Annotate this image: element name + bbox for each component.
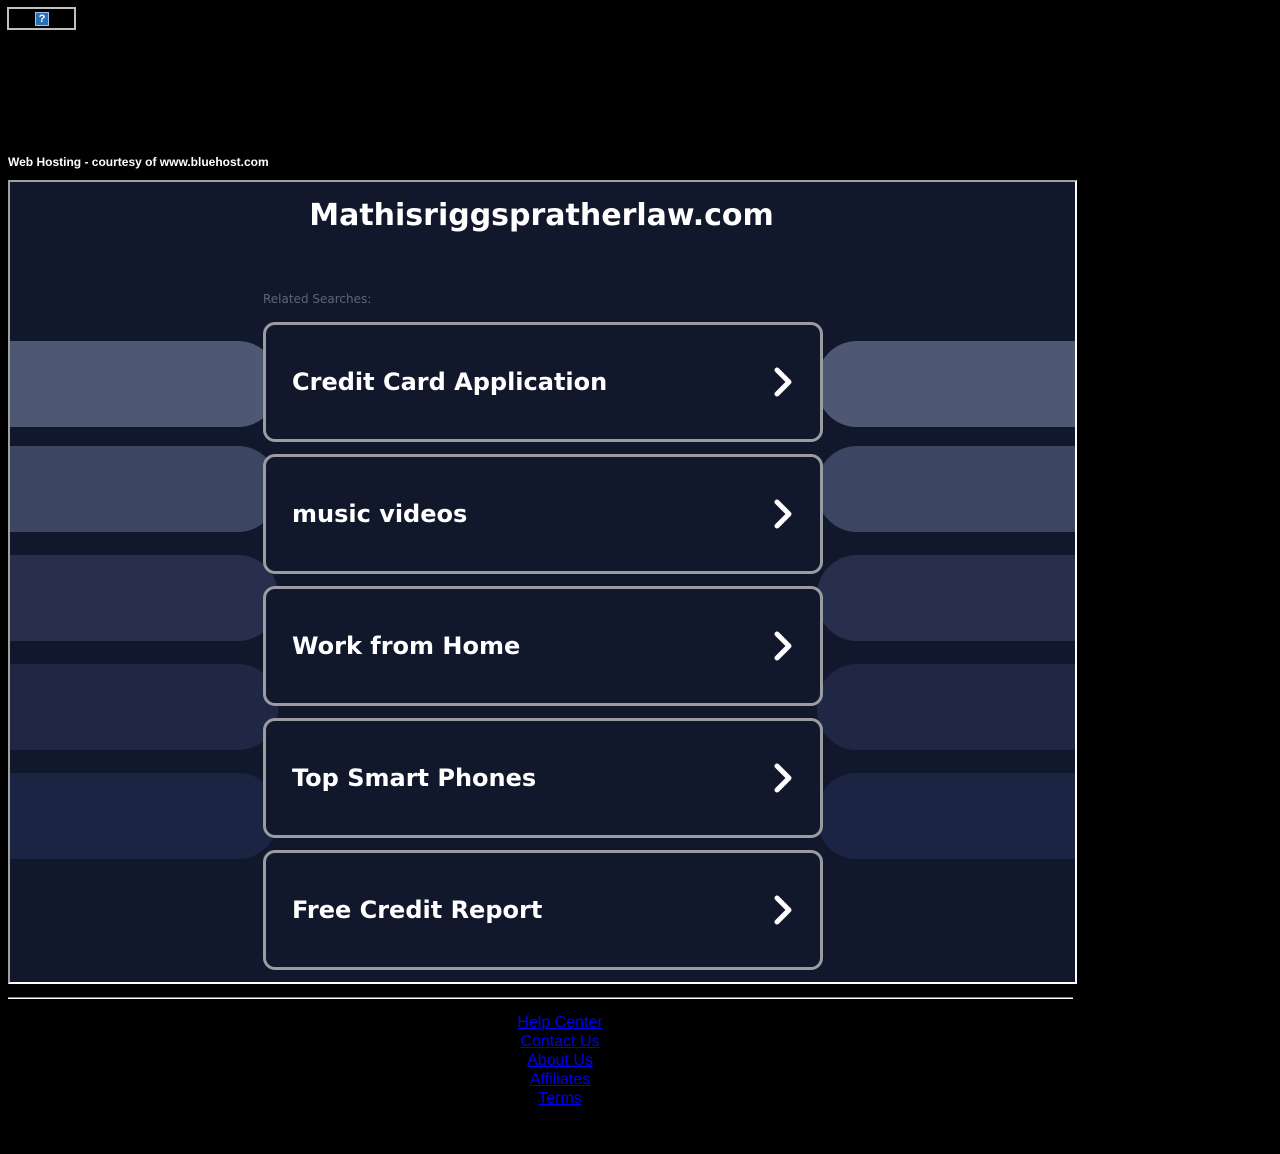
footer-link-about-us[interactable]: About Us <box>527 1051 593 1070</box>
decorative-bar-left <box>10 341 278 427</box>
footer-link-help-center[interactable]: Help Center <box>517 1013 602 1032</box>
decorative-bar-right <box>817 555 1075 641</box>
footer-divider <box>8 997 1073 999</box>
related-search-link[interactable]: Work from Home <box>263 586 823 706</box>
footer-link-contact-us[interactable]: Contact Us <box>520 1032 599 1051</box>
related-search-link[interactable]: Credit Card Application <box>263 322 823 442</box>
parked-domain-frame: Mathisriggspratherlaw.com Related Search… <box>8 180 1077 984</box>
broken-image-question-icon: ? <box>35 12 49 26</box>
related-search-link[interactable]: Top Smart Phones <box>263 718 823 838</box>
decorative-bar-left <box>10 664 278 750</box>
footer-link-terms[interactable]: Terms <box>538 1089 582 1108</box>
related-search-label: Free Credit Report <box>292 896 543 924</box>
chevron-right-icon <box>774 631 792 661</box>
related-search-link[interactable]: Free Credit Report <box>263 850 823 970</box>
related-search-link[interactable]: music videos <box>263 454 823 574</box>
decorative-bar-left <box>10 773 278 859</box>
chevron-right-icon <box>774 499 792 529</box>
decorative-bar-left <box>10 555 278 641</box>
hosting-credit: Web Hosting - courtesy of www.bluehost.c… <box>8 155 269 169</box>
decorative-bar-right <box>817 664 1075 750</box>
footer-links: Help Center Contact Us About Us Affiliat… <box>0 1013 1120 1108</box>
related-searches-label: Related Searches: <box>263 292 372 306</box>
related-search-label: music videos <box>292 500 468 528</box>
footer-link-affiliates[interactable]: Affiliates <box>530 1070 590 1089</box>
site-title-text: Mathisriggspratherlaw.com <box>309 198 774 233</box>
related-search-label: Top Smart Phones <box>292 764 537 792</box>
decorative-bar-left <box>10 446 278 532</box>
decorative-bar-right <box>817 341 1075 427</box>
chevron-right-icon <box>774 763 792 793</box>
chevron-right-icon <box>774 895 792 925</box>
related-search-label: Work from Home <box>292 632 521 660</box>
chevron-right-icon <box>774 367 792 397</box>
site-title: Mathisriggspratherlaw.com <box>10 198 1075 233</box>
related-search-label: Credit Card Application <box>292 368 608 396</box>
broken-image-placeholder: ? <box>7 7 76 30</box>
decorative-bar-right <box>817 446 1075 532</box>
decorative-bar-right <box>817 773 1075 859</box>
